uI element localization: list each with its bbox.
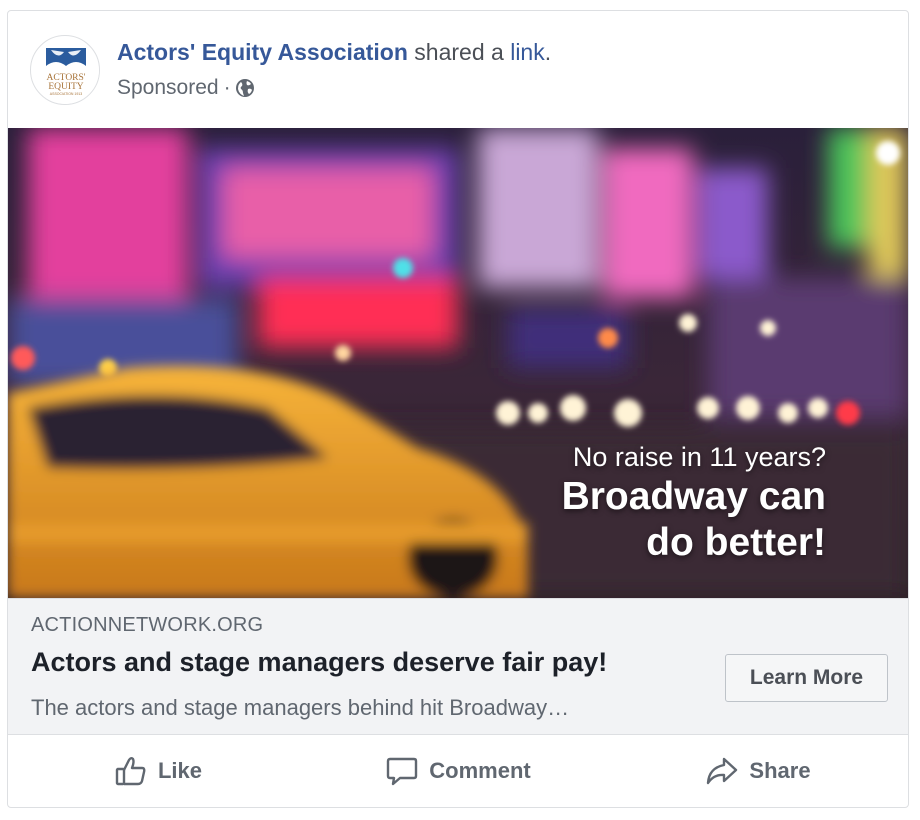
sponsored-label[interactable]: Sponsored xyxy=(117,74,219,102)
link-domain: ACTIONNETWORK.ORG xyxy=(31,614,264,636)
action-bar: Like Comment Share xyxy=(8,735,908,807)
headline-period: . xyxy=(544,39,552,65)
ad-image[interactable]: No raise in 11 years? Broadway can do be… xyxy=(8,128,908,598)
learn-more-button[interactable]: Learn More xyxy=(725,654,888,702)
meta-separator: · xyxy=(223,76,231,99)
page-avatar[interactable]: ACTORS' EQUITY ASSOCIATION 1913 xyxy=(30,35,100,105)
like-label: Like xyxy=(157,758,203,783)
overlay-line-3: do better! xyxy=(646,521,826,564)
thumbs-up-icon xyxy=(114,754,148,788)
post-headline: Actors' Equity Association shared a link… xyxy=(117,37,551,67)
sponsored-post-card: ACTORS' EQUITY ASSOCIATION 1913 Actors' … xyxy=(7,10,909,808)
post-meta: Sponsored · xyxy=(117,74,255,102)
actors-equity-logo: ACTORS' EQUITY ASSOCIATION 1913 xyxy=(33,38,99,104)
link-description: The actors and stage managers behind hit… xyxy=(31,695,570,720)
overlay-line-2: Broadway can xyxy=(561,475,826,518)
comment-label: Comment xyxy=(429,758,531,783)
logo-text-3: ASSOCIATION 1913 xyxy=(50,92,82,96)
comment-icon xyxy=(385,754,419,788)
link-word[interactable]: link xyxy=(510,39,545,65)
overlay-line-1: No raise in 11 years? xyxy=(572,442,826,472)
page-name-link[interactable]: Actors' Equity Association xyxy=(117,39,408,65)
share-label: Share xyxy=(749,758,811,783)
share-arrow-icon xyxy=(705,754,739,788)
logo-text-2: EQUITY xyxy=(48,82,83,92)
link-preview[interactable]: ACTIONNETWORK.ORG Actors and stage manag… xyxy=(8,598,908,735)
ad-overlay-text: No raise in 11 years? Broadway can do be… xyxy=(562,440,826,566)
globe-icon[interactable] xyxy=(235,78,255,98)
shared-text: shared a xyxy=(414,39,504,65)
comment-button[interactable]: Comment xyxy=(308,735,608,807)
like-button[interactable]: Like xyxy=(8,735,308,807)
share-button[interactable]: Share xyxy=(608,735,908,807)
link-title[interactable]: Actors and stage managers deserve fair p… xyxy=(31,647,607,678)
